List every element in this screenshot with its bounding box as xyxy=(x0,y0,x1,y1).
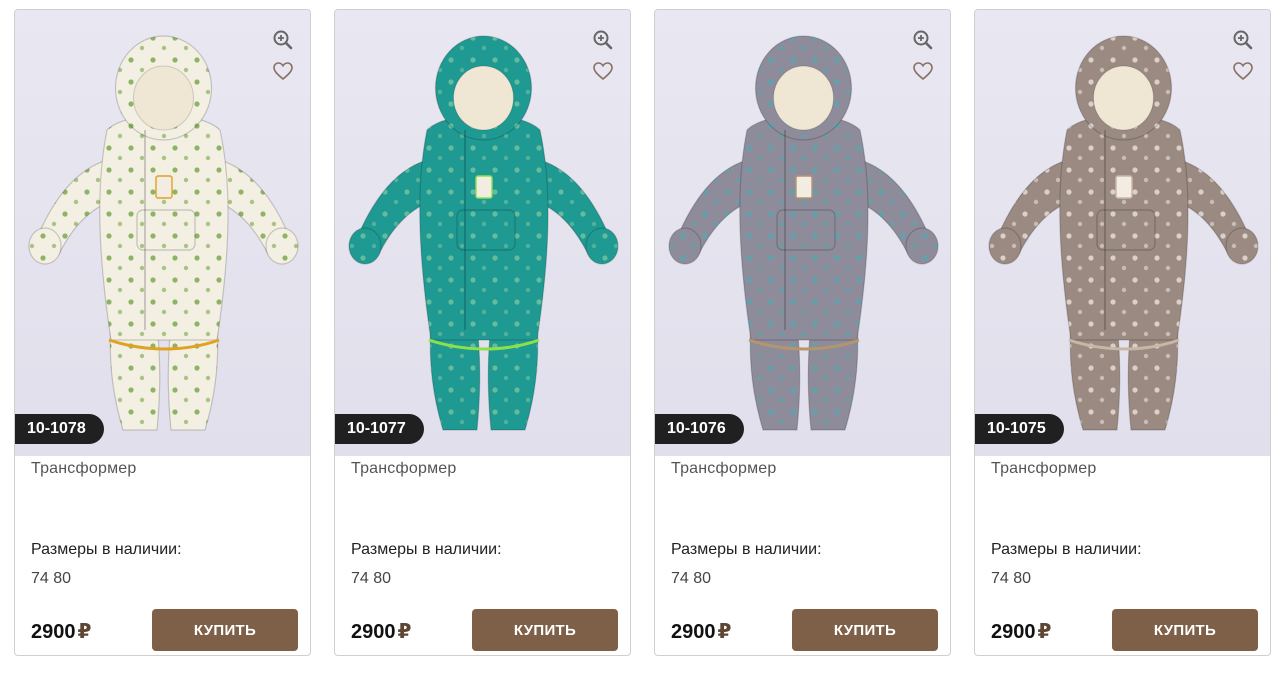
product-photo[interactable]: 10-1075 xyxy=(975,10,1270,456)
zoom-in-icon[interactable] xyxy=(270,27,296,53)
price: 2900 ₽ xyxy=(991,619,1051,644)
snowsuit-image xyxy=(988,35,1259,431)
heart-icon[interactable] xyxy=(1230,58,1256,84)
price-value: 2900 xyxy=(31,621,76,643)
currency-sign: ₽ xyxy=(1037,621,1052,643)
price: 2900 ₽ xyxy=(351,619,411,644)
sku-badge: 10-1077 xyxy=(335,414,424,444)
product-name[interactable]: Трансформер xyxy=(991,460,1096,478)
product-name[interactable]: Трансформер xyxy=(31,460,136,478)
snowsuit-image xyxy=(668,35,939,431)
buy-button[interactable]: КУПИТЬ xyxy=(1112,609,1258,651)
zoom-in-icon[interactable] xyxy=(590,27,616,53)
price-value: 2900 xyxy=(351,621,396,643)
price-value: 2900 xyxy=(991,621,1036,643)
sizes-value: 74 80 xyxy=(31,570,72,587)
currency-sign: ₽ xyxy=(397,621,412,643)
sizes-title: Размеры в наличии: xyxy=(991,541,1142,558)
heart-icon[interactable] xyxy=(910,58,936,84)
heart-icon[interactable] xyxy=(590,58,616,84)
sku-badge: 10-1075 xyxy=(975,414,1064,444)
product-card[interactable]: 10-1075 Трансформер Размеры в наличии: 7… xyxy=(974,9,1271,656)
sizes-title: Размеры в наличии: xyxy=(31,541,182,558)
sizes-title: Размеры в наличии: xyxy=(671,541,822,558)
sizes-value: 74 80 xyxy=(671,570,712,587)
sku-badge: 10-1078 xyxy=(15,414,104,444)
product-photo[interactable]: 10-1078 xyxy=(15,10,310,456)
sku-badge: 10-1076 xyxy=(655,414,744,444)
price: 2900 ₽ xyxy=(671,619,731,644)
product-photo[interactable]: 10-1077 xyxy=(335,10,630,456)
zoom-in-icon[interactable] xyxy=(910,27,936,53)
snowsuit-image xyxy=(348,35,619,431)
currency-sign: ₽ xyxy=(77,621,92,643)
product-card[interactable]: 10-1076 Трансформер Размеры в наличии: 7… xyxy=(654,9,951,656)
product-card[interactable]: 10-1078 Трансформер Размеры в наличии: 7… xyxy=(14,9,311,656)
sizes-title: Размеры в наличии: xyxy=(351,541,502,558)
buy-button[interactable]: КУПИТЬ xyxy=(152,609,298,651)
snowsuit-image xyxy=(28,35,299,431)
sizes-value: 74 80 xyxy=(991,570,1032,587)
price-value: 2900 xyxy=(671,621,716,643)
buy-button[interactable]: КУПИТЬ xyxy=(792,609,938,651)
heart-icon[interactable] xyxy=(270,58,296,84)
product-photo[interactable]: 10-1076 xyxy=(655,10,950,456)
product-card[interactable]: 10-1077 Трансформер Размеры в наличии: 7… xyxy=(334,9,631,656)
sizes-value: 74 80 xyxy=(351,570,392,587)
product-name[interactable]: Трансформер xyxy=(671,460,776,478)
product-name[interactable]: Трансформер xyxy=(351,460,456,478)
zoom-in-icon[interactable] xyxy=(1230,27,1256,53)
price: 2900 ₽ xyxy=(31,619,91,644)
currency-sign: ₽ xyxy=(717,621,732,643)
buy-button[interactable]: КУПИТЬ xyxy=(472,609,618,651)
